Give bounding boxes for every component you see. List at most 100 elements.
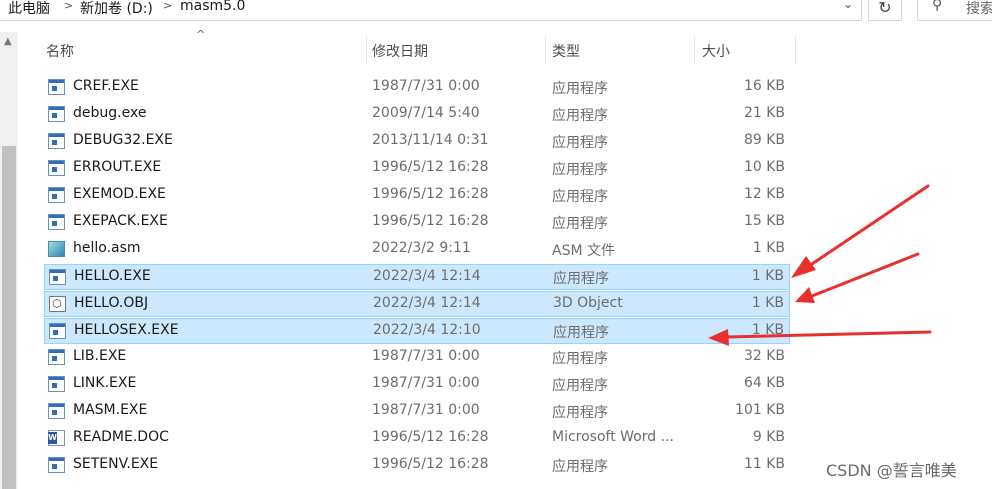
- file-type: ASM 文件: [552, 243, 615, 259]
- file-row[interactable]: LIB.EXE 1987/7/31 0:00 应用程序 32 KB: [44, 345, 790, 371]
- file-type: 应用程序: [553, 271, 609, 287]
- file-row[interactable]: ERROUT.EXE 1996/5/12 16:28 应用程序 10 KB: [44, 156, 790, 182]
- breadcrumb-this-pc[interactable]: 此电脑: [8, 0, 50, 18]
- file-type: 应用程序: [552, 459, 608, 475]
- file-row[interactable]: hello.asm 2022/3/2 9:11 ASM 文件 1 KB: [44, 237, 790, 263]
- file-name: HELLO.EXE: [74, 268, 151, 284]
- file-name: debug.exe: [73, 105, 147, 121]
- file-row[interactable]: debug.exe 2009/7/14 5:40 应用程序 21 KB: [44, 102, 790, 128]
- file-type: 应用程序: [552, 378, 608, 394]
- address-box[interactable]: 此电脑 > 新加卷 (D:) > masm5.0 ⌄: [0, 0, 862, 21]
- breadcrumb-drive[interactable]: 新加卷 (D:): [80, 0, 153, 18]
- file-size: 10 KB: [743, 159, 785, 175]
- file-date: 2022/3/2 9:11: [372, 240, 471, 256]
- file-type: Microsoft Word ...: [552, 429, 674, 445]
- file-type: 应用程序: [552, 405, 608, 421]
- file-row[interactable]: DEBUG32.EXE 2013/11/14 0:31 应用程序 89 KB: [44, 129, 790, 155]
- exe-file-icon: [48, 214, 65, 230]
- obj-file-icon: ⬡: [49, 296, 66, 312]
- file-name: MASM.EXE: [73, 402, 148, 418]
- column-date-label: 修改日期: [372, 44, 428, 60]
- file-type: 应用程序: [553, 325, 609, 341]
- breadcrumb-separator-icon[interactable]: >: [64, 0, 73, 12]
- refresh-button[interactable]: ↻: [868, 0, 902, 21]
- scrollbar-thumb[interactable]: [2, 146, 16, 489]
- column-name-label: 名称: [46, 44, 74, 60]
- file-size: 1 KB: [752, 240, 785, 256]
- file-size: 101 KB: [735, 402, 785, 418]
- file-row[interactable]: MASM.EXE 1987/7/31 0:00 应用程序 101 KB: [44, 399, 790, 425]
- exe-file-icon: [48, 79, 65, 95]
- file-name: ERROUT.EXE: [73, 159, 162, 175]
- breadcrumb-separator-icon[interactable]: >: [163, 0, 172, 12]
- file-date: 2009/7/14 5:40: [372, 105, 480, 121]
- exe-file-icon: [49, 269, 66, 285]
- search-box[interactable]: ⚲ 搜索: [917, 0, 992, 21]
- file-size: 1 KB: [751, 295, 784, 311]
- search-icon: ⚲: [932, 0, 943, 13]
- file-date: 1987/7/31 0:00: [372, 78, 480, 94]
- exe-file-icon: [48, 160, 65, 176]
- file-size: 89 KB: [743, 132, 785, 148]
- doc-file-icon: W: [48, 430, 65, 446]
- column-divider[interactable]: [795, 36, 796, 64]
- file-size: 12 KB: [743, 186, 785, 202]
- file-date: 2022/3/4 12:14: [373, 268, 481, 284]
- file-row[interactable]: HELLOSEX.EXE 2022/3/4 12:10 应用程序 1 KB: [44, 318, 790, 344]
- file-type: 应用程序: [552, 351, 608, 367]
- file-date: 1987/7/31 0:00: [372, 375, 480, 391]
- exe-file-icon: [48, 349, 65, 365]
- watermark: CSDN @誓言唯美: [826, 461, 957, 480]
- file-name: EXEPACK.EXE: [73, 213, 168, 229]
- column-header-name[interactable]: 名称: [44, 34, 366, 66]
- scrollbar[interactable]: ▲: [0, 32, 18, 489]
- file-name: LIB.EXE: [73, 348, 127, 364]
- file-row[interactable]: SETENV.EXE 1996/5/12 16:28 应用程序 11 KB: [44, 453, 790, 479]
- annotation-arrow: [795, 252, 920, 303]
- column-type-label: 类型: [552, 44, 580, 60]
- file-size: 21 KB: [743, 105, 785, 121]
- file-row[interactable]: CREF.EXE 1987/7/31 0:00 应用程序 16 KB: [44, 75, 790, 101]
- file-type: 应用程序: [552, 189, 608, 205]
- breadcrumb-folder[interactable]: masm5.0: [180, 0, 245, 14]
- file-row[interactable]: EXEPACK.EXE 1996/5/12 16:28 应用程序 15 KB: [44, 210, 790, 236]
- file-date: 1987/7/31 0:00: [372, 348, 480, 364]
- exe-file-icon: [48, 187, 65, 203]
- file-row[interactable]: HELLO.EXE 2022/3/4 12:14 应用程序 1 KB: [44, 264, 790, 290]
- file-size: 16 KB: [743, 78, 785, 94]
- file-name: HELLOSEX.EXE: [74, 322, 179, 338]
- scroll-up-icon[interactable]: ▲: [4, 36, 12, 47]
- search-placeholder: 搜索: [966, 1, 992, 17]
- column-header-type[interactable]: 类型: [546, 34, 694, 66]
- file-date: 1987/7/31 0:00: [372, 402, 480, 418]
- file-size: 11 KB: [743, 456, 785, 472]
- file-date: 1996/5/12 16:28: [372, 213, 489, 229]
- column-header-date[interactable]: 修改日期: [367, 34, 545, 66]
- file-row[interactable]: LINK.EXE 1987/7/31 0:00 应用程序 64 KB: [44, 372, 790, 398]
- column-size-label: 大小: [702, 44, 730, 60]
- file-date: 2022/3/4 12:14: [373, 295, 481, 311]
- file-name: DEBUG32.EXE: [73, 132, 173, 148]
- file-size: 1 KB: [751, 268, 784, 284]
- file-type: 应用程序: [552, 108, 608, 124]
- file-row[interactable]: EXEMOD.EXE 1996/5/12 16:28 应用程序 12 KB: [44, 183, 790, 209]
- file-date: 1996/5/12 16:28: [372, 186, 489, 202]
- chevron-down-icon[interactable]: ⌄: [838, 0, 858, 15]
- annotation-arrow: [791, 184, 930, 278]
- exe-file-icon: [48, 403, 65, 419]
- file-size: 9 KB: [752, 429, 785, 445]
- file-size: 15 KB: [743, 213, 785, 229]
- file-type: 应用程序: [552, 135, 608, 151]
- file-date: 1996/5/12 16:28: [372, 159, 489, 175]
- file-row[interactable]: ⬡ HELLO.OBJ 2022/3/4 12:14 3D Object 1 KB: [44, 291, 790, 317]
- file-name: CREF.EXE: [73, 78, 139, 94]
- file-type: 3D Object: [553, 295, 623, 311]
- column-header-size[interactable]: 大小: [695, 34, 795, 66]
- file-size: 32 KB: [743, 348, 785, 364]
- asm-file-icon: [48, 241, 65, 257]
- exe-file-icon: [48, 457, 65, 473]
- file-row[interactable]: W README.DOC 1996/5/12 16:28 Microsoft Word…: [44, 426, 790, 452]
- exe-file-icon: [48, 376, 65, 392]
- file-name: README.DOC: [73, 429, 169, 445]
- file-name: hello.asm: [73, 240, 141, 256]
